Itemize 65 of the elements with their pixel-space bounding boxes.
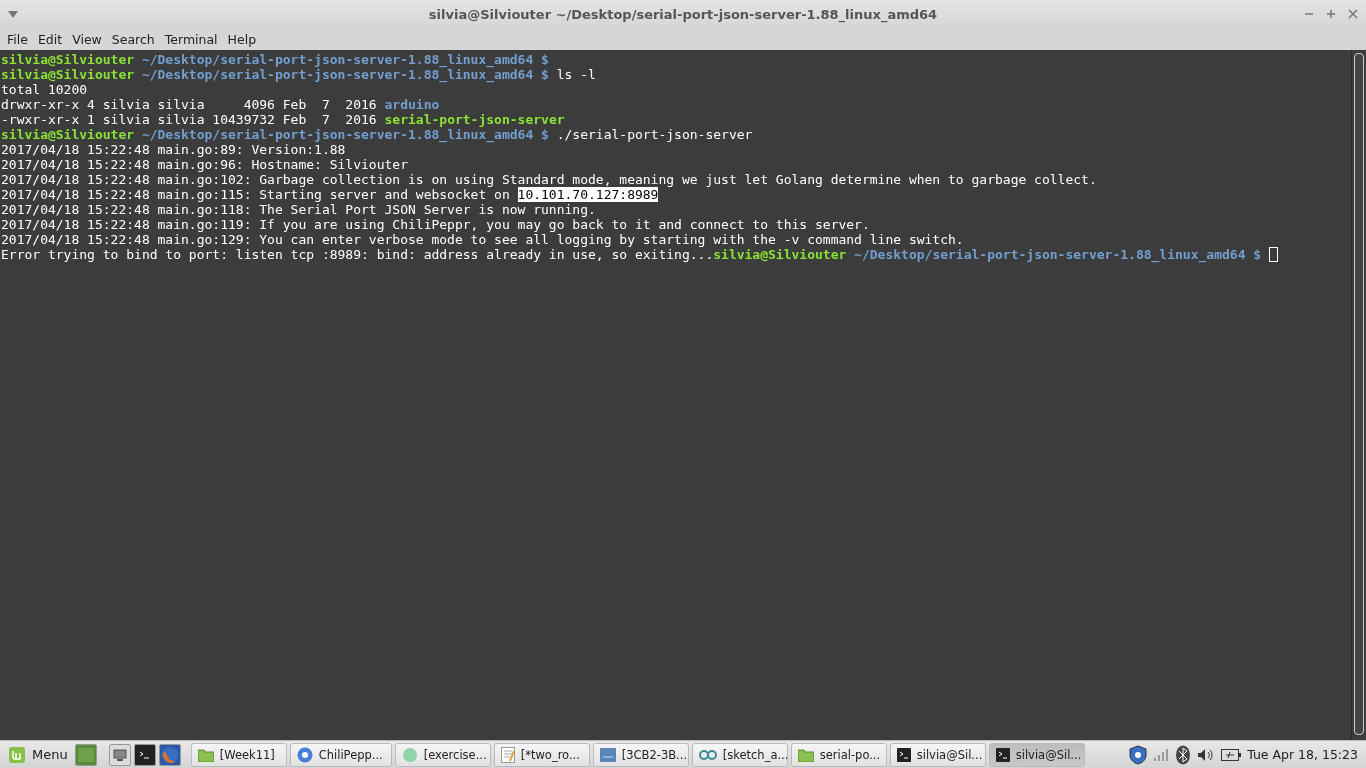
menu-item[interactable]: Search	[106, 31, 160, 47]
taskbar-window-button[interactable]: serial-po...	[790, 742, 887, 767]
computer-icon[interactable]	[108, 743, 131, 766]
selected-text: 10.101.70.127:8989	[517, 187, 659, 202]
terminal-text: ~/Desktop/serial-port-json-server-1.88_linux_amd64 $	[140, 127, 549, 142]
terminal-text: serial-port-json-server	[384, 112, 565, 127]
infinity-icon	[698, 748, 717, 761]
terminal-text: 2017/04/18 15:22:48 main.go:96: Hostname: Silviouter	[1, 157, 408, 172]
taskbar-window-button[interactable]: silvia@Sil...	[889, 742, 986, 767]
taskbar-window-button[interactable]: [*two_ro...	[493, 742, 590, 767]
terminal-text: drwxr-xr-x 4 silvia silvia 4096 Feb 7 2016	[1, 97, 378, 112]
desktop-icon[interactable]	[74, 743, 97, 766]
terminal-text: total 10200	[1, 82, 88, 97]
maximize-icon[interactable]	[1326, 9, 1336, 19]
terminal-text: ls -l	[555, 67, 596, 82]
terminal-text: ~/Desktop/serial-port-json-server-1.88_linux_amd64 $	[140, 52, 549, 67]
terminal-text: silvia@Silviouter	[1, 52, 135, 67]
bluetooth-icon[interactable]	[1175, 744, 1192, 765]
menu-item[interactable]: View	[67, 31, 107, 47]
taskbar-window-button[interactable]: [Week11]	[190, 742, 287, 767]
shield-icon[interactable]	[1129, 744, 1148, 765]
taskbar-window-button[interactable]: [sketch_a...	[691, 742, 788, 767]
terminal-text: 2017/04/18 15:22:48 main.go:89: Version:1.88	[1, 142, 346, 157]
browser-icon	[296, 746, 313, 763]
terminal-text: ./serial-port-json-server	[555, 127, 753, 142]
terminal-text: Error trying to bind to port: listen tcp :8989: bind: address already in use, so exiting...	[1, 247, 714, 262]
document-icon	[500, 746, 515, 763]
terminal-icon	[896, 747, 911, 762]
text-cursor	[1269, 247, 1279, 262]
taskbar-window-button[interactable]: [exercise...	[394, 742, 491, 767]
terminal-text: ~/Desktop/serial-port-json-server-1.88_linux_amd64 $	[140, 67, 549, 82]
menu-item[interactable]: File	[2, 31, 33, 47]
circle-icon	[401, 746, 418, 763]
terminal-icon[interactable]	[133, 743, 156, 766]
scrollbar[interactable]	[1351, 50, 1366, 740]
taskbar-window-button[interactable]: [3CB2-3B...	[592, 742, 689, 767]
terminal-text: -rwxr-xr-x 1 silvia silvia 10439732 Feb 7 2016	[1, 112, 378, 127]
terminal-text: 2017/04/18 15:22:48 main.go:118: The Serial Port JSON Server is now running.	[1, 202, 596, 217]
taskbar-window-button[interactable]: ChiliPepp...	[289, 742, 392, 767]
terminal-text: silvia@Silviouter	[1, 127, 135, 142]
folder-icon	[797, 747, 814, 762]
menu-button[interactable]: Menu	[4, 742, 72, 767]
terminal-text: 2017/04/18 15:22:48 main.go:129: You can enter verbose mode to see all logging by starting with the -v command line switch.	[1, 232, 964, 247]
terminal-text: silvia@Silviouter	[713, 247, 847, 262]
terminal-text: silvia@Silviouter	[1, 67, 135, 82]
mint-logo	[8, 745, 26, 764]
terminal-text: 2017/04/18 15:22:48 main.go:119: If you are using ChiliPeppr, you may go back to it and connect to this server.	[1, 217, 870, 232]
image-icon	[599, 747, 616, 762]
battery-icon[interactable]	[1221, 748, 1242, 761]
terminal-text: arduino	[384, 97, 440, 112]
window-title: silvia@Silviouter ~/Desktop/serial-port-json-server-1.88_linux_amd64	[428, 6, 938, 22]
terminal-text: 2017/04/18 15:22:48 main.go:102: Garbage collection is on using Standard mode, meaning we just let Golang determine when to garbage collect.	[1, 172, 1097, 187]
taskbar-window-button[interactable]: silvia@Sil...	[988, 742, 1085, 767]
menu-item[interactable]: Help	[222, 31, 262, 47]
globe-icon[interactable]	[158, 743, 181, 766]
clock[interactable]: Tue Apr 18, 15:23	[1247, 747, 1362, 762]
terminal-text: ~/Desktop/serial-port-json-server-1.88_linux_amd64 $	[853, 247, 1262, 262]
folder-icon	[197, 747, 214, 762]
terminal-icon	[995, 747, 1010, 762]
menu-item[interactable]: Edit	[32, 31, 68, 47]
close-icon[interactable]	[1348, 9, 1358, 19]
menu-item[interactable]: Terminal	[159, 31, 223, 47]
dropdown-arrow-icon[interactable]	[8, 10, 18, 18]
volume-icon[interactable]	[1197, 747, 1216, 762]
terminal-text: 2017/04/18 15:22:48 main.go:115: Starting server and websocket on	[1, 187, 511, 202]
